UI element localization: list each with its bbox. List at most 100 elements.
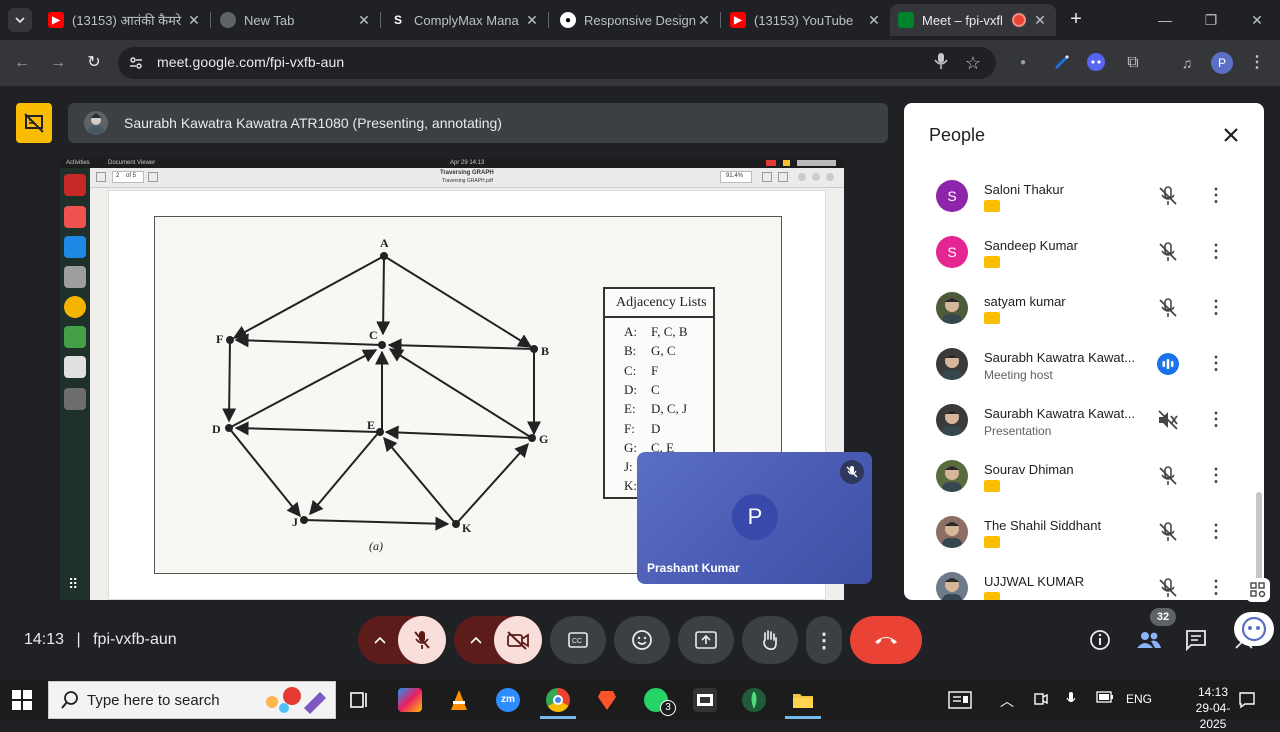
sidebar-toggle-icon[interactable] — [96, 172, 106, 182]
meeting-info-button[interactable] — [1088, 628, 1112, 652]
participant-row[interactable]: S Sandeep Kumar ⋮ — [904, 224, 1252, 280]
participant-row[interactable]: S Saloni Thakur ⋮ — [904, 168, 1252, 224]
close-icon[interactable]: ✕ — [356, 12, 372, 28]
participant-more-options-button[interactable]: ⋮ — [1204, 576, 1228, 600]
more-options-button[interactable]: ⋮ — [806, 616, 842, 664]
forward-button[interactable]: → — [46, 51, 70, 75]
new-tab-button[interactable]: + — [1064, 8, 1088, 32]
dock-app-vpn-icon[interactable] — [64, 174, 86, 196]
browser-tab-responsive-design[interactable]: ● Responsive Design ✕ — [552, 4, 720, 36]
zoom-icon[interactable]: zm — [496, 688, 520, 712]
file-explorer-icon[interactable] — [791, 688, 815, 712]
captions-button[interactable]: CC — [550, 616, 606, 664]
participant-row[interactable]: Saurabh Kawatra Kawat... Meeting host ⋮ — [904, 336, 1252, 392]
camera-toggle-button[interactable] — [494, 616, 542, 664]
chrome-menu-button[interactable]: ⋮ — [1246, 52, 1268, 74]
participant-row[interactable]: Saurabh Kawatra Kawat... Presentation ⋮ — [904, 392, 1252, 448]
mic-off-icon[interactable] — [1156, 520, 1180, 544]
mic-off-icon[interactable] — [1156, 576, 1180, 600]
close-panel-button[interactable] — [1218, 124, 1244, 150]
audio-options-button[interactable] — [360, 618, 400, 662]
mic-off-icon[interactable] — [1156, 184, 1180, 208]
participant-more-options-button[interactable]: ⋮ — [1204, 520, 1228, 544]
participants-scrollbar[interactable] — [1256, 492, 1262, 592]
vlc-icon[interactable] — [447, 688, 471, 712]
search-icon[interactable] — [762, 172, 772, 182]
participant-row[interactable]: The Shahil Siddhant ⋮ — [904, 504, 1252, 560]
profile-avatar[interactable]: P — [1211, 52, 1233, 74]
taskbar-clock[interactable]: 14:13 29-04-2025 — [1183, 684, 1243, 732]
extension-dot-icon[interactable]: ● — [1012, 52, 1034, 74]
app-dark-icon[interactable] — [693, 688, 717, 712]
reactions-button[interactable] — [614, 616, 670, 664]
speaking-indicator-icon[interactable] — [1156, 352, 1180, 376]
mic-toggle-button[interactable] — [398, 616, 446, 664]
dock-app-chrome-icon[interactable] — [64, 296, 86, 318]
close-window-button[interactable]: ✕ — [1234, 0, 1280, 40]
brave-icon[interactable] — [595, 688, 619, 712]
language-indicator[interactable]: ENG — [1126, 692, 1152, 706]
close-icon[interactable]: ✕ — [696, 12, 712, 28]
participant-row[interactable]: satyam kumar ⋮ — [904, 280, 1252, 336]
mic-off-icon[interactable] — [1156, 240, 1180, 264]
raise-hand-button[interactable] — [742, 616, 798, 664]
chat-button[interactable] — [1184, 628, 1208, 652]
dock-app-grid-icon[interactable]: ⠿ — [68, 576, 78, 593]
task-view-icon[interactable] — [348, 688, 372, 712]
url-text[interactable]: meet.google.com/fpi-vxfb-aun — [157, 54, 344, 70]
browser-tab-complymax[interactable]: S ComplyMax Mana ✕ — [382, 4, 548, 36]
leave-call-button[interactable] — [850, 616, 922, 664]
maximize-button[interactable]: ❐ — [1188, 0, 1234, 40]
dock-app-trash-icon[interactable] — [64, 388, 86, 410]
assistant-floating-button[interactable] — [1234, 612, 1274, 646]
participant-more-options-button[interactable]: ⋮ — [1204, 352, 1228, 376]
present-screen-button[interactable] — [678, 616, 734, 664]
people-button[interactable] — [1136, 628, 1161, 652]
window-maximize-icon[interactable] — [812, 173, 820, 181]
participant-more-options-button[interactable]: ⋮ — [1204, 408, 1228, 432]
mongodb-compass-icon[interactable] — [742, 688, 766, 712]
close-icon[interactable]: ✕ — [1032, 12, 1048, 28]
copilot-icon[interactable] — [398, 688, 422, 712]
dock-app-sheets-icon[interactable] — [64, 326, 86, 348]
dock-app-anydesk-icon[interactable] — [64, 206, 86, 228]
participant-row[interactable]: UJJWAL KUMAR ⋮ — [904, 560, 1252, 600]
show-hidden-icons-chevron-icon[interactable]: ︿ — [1000, 691, 1014, 711]
reload-button[interactable]: ↻ — [82, 51, 106, 75]
participant-more-options-button[interactable]: ⋮ — [1204, 464, 1228, 488]
browser-tab-meet[interactable]: Meet – fpi-vxfb ✕ — [890, 4, 1056, 36]
participant-more-options-button[interactable]: ⋮ — [1204, 184, 1228, 208]
pen-extension-icon[interactable] — [1050, 52, 1072, 74]
back-button[interactable]: ← — [10, 51, 34, 75]
browser-tab-new-tab[interactable]: New Tab ✕ — [212, 4, 380, 36]
close-icon[interactable]: ✕ — [866, 12, 882, 28]
minimize-button[interactable]: — — [1142, 0, 1188, 40]
discord-extension-icon[interactable] — [1085, 52, 1107, 74]
extensions-puzzle-icon[interactable]: ⧉ — [1122, 52, 1144, 74]
browser-tab-youtube-2[interactable]: ▶ (13153) YouTube ✕ — [722, 4, 890, 36]
battery-icon[interactable] — [1096, 691, 1114, 706]
participant-row[interactable]: Sourav Dhiman ⋮ — [904, 448, 1252, 504]
dock-app-document-viewer-icon[interactable] — [64, 356, 86, 378]
tab-search-button[interactable] — [8, 8, 32, 32]
media-control-icon[interactable]: ♫ — [1176, 52, 1198, 74]
dock-app-files-icon[interactable] — [64, 266, 86, 288]
annotate-icon[interactable] — [148, 172, 158, 182]
close-icon[interactable]: ✕ — [524, 12, 540, 28]
meet-tray-icon[interactable] — [1034, 691, 1048, 710]
apps-floating-icon[interactable] — [1246, 578, 1270, 602]
news-widget-icon[interactable] — [948, 691, 972, 712]
close-icon[interactable]: ✕ — [186, 12, 202, 28]
video-options-button[interactable] — [456, 618, 496, 662]
dock-app-vscode-icon[interactable] — [64, 236, 86, 258]
chrome-taskbar-icon[interactable] — [546, 688, 570, 712]
presentation-indicator-icon[interactable] — [16, 103, 52, 143]
window-close-icon[interactable] — [826, 173, 834, 181]
menu-icon[interactable] — [778, 172, 788, 182]
participant-more-options-button[interactable]: ⋮ — [1204, 296, 1228, 320]
volume-off-icon[interactable] — [1156, 408, 1180, 432]
microphone-icon[interactable] — [930, 52, 952, 74]
notifications-icon[interactable] — [1238, 691, 1256, 712]
bookmark-star-icon[interactable]: ☆ — [962, 52, 984, 74]
microphone-tray-icon[interactable] — [1066, 691, 1076, 710]
